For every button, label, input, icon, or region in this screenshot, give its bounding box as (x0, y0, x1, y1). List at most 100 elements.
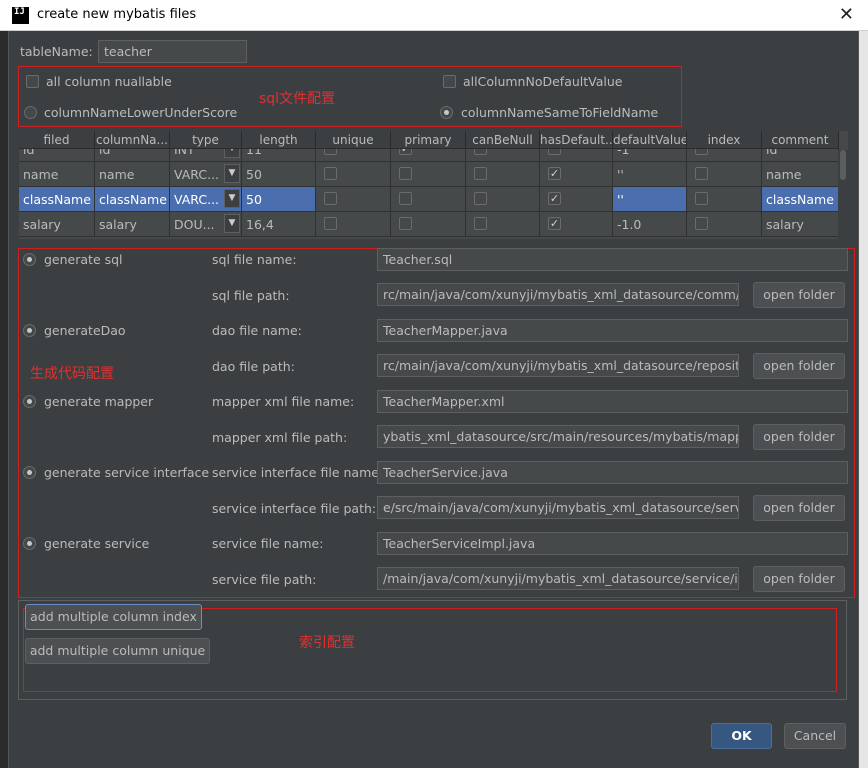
generate-toggle-label: generate mapper (44, 394, 154, 409)
table-cell-primary[interactable] (391, 187, 466, 212)
checked-checkbox-icon[interactable]: ✓ (548, 217, 561, 230)
all-column-no-default-checkbox[interactable] (443, 75, 456, 88)
column-header[interactable]: comment (762, 131, 839, 149)
table-cell-length[interactable]: 50 (242, 162, 316, 187)
table-cell-column[interactable]: name (95, 162, 170, 187)
table-cell-filed[interactable]: name (19, 162, 95, 187)
table-cell-type[interactable]: VARC... ▼ (170, 162, 242, 187)
open-folder-button[interactable]: open folder (753, 353, 845, 379)
chevron-down-icon[interactable]: ▼ (224, 189, 240, 208)
chevron-down-icon[interactable]: ▼ (224, 164, 240, 183)
close-icon[interactable]: ✕ (839, 4, 854, 25)
table-name-input[interactable]: teacher (98, 40, 247, 63)
generate-toggle-radio[interactable] (23, 466, 36, 479)
file-name-input[interactable]: Teacher.sql (377, 248, 848, 271)
table-cell-filed[interactable]: salary (19, 212, 95, 237)
table-cell-filed[interactable]: className (19, 187, 95, 212)
open-folder-button[interactable]: open folder (753, 282, 845, 308)
checkbox-icon[interactable] (399, 167, 412, 180)
table-cell-index[interactable] (687, 162, 762, 187)
table-scrollbar-thumb[interactable] (840, 150, 846, 180)
column-header[interactable]: unique (316, 131, 391, 149)
add-multiple-column-unique-button[interactable]: add multiple column unique (25, 638, 210, 664)
table-cell-comment[interactable]: name (762, 162, 839, 187)
file-path-input[interactable]: ybatis_xml_datasource/src/main/resources… (377, 425, 739, 448)
table-cell-canBeNull[interactable] (466, 212, 540, 237)
checkbox-icon[interactable] (399, 217, 412, 230)
table-cell-text: '' (617, 192, 624, 207)
checkbox-icon[interactable] (474, 217, 487, 230)
column-header[interactable]: hasDefault... (540, 131, 613, 149)
column-name-lower-radio[interactable] (24, 106, 37, 119)
table-cell-length[interactable]: 50 (242, 187, 316, 212)
table-cell-unique[interactable] (316, 187, 391, 212)
table-cell-defaultValue[interactable]: -1.0 (613, 212, 687, 237)
table-cell-unique[interactable] (316, 162, 391, 187)
checkbox-icon[interactable] (399, 192, 412, 205)
generate-toggle-radio[interactable] (23, 253, 36, 266)
table-cell-comment[interactable]: className (762, 187, 839, 212)
file-name-input[interactable]: TeacherServiceImpl.java (377, 532, 848, 555)
checkbox-icon[interactable] (695, 167, 708, 180)
ok-button[interactable]: OK (711, 723, 772, 749)
cancel-button[interactable]: Cancel (784, 723, 846, 749)
file-path-input[interactable]: /main/java/com/xunyji/mybatis_xml_dataso… (377, 567, 739, 590)
generate-toggle-radio[interactable] (23, 324, 36, 337)
file-name-input[interactable]: TeacherMapper.xml (377, 390, 848, 413)
file-name-input[interactable]: TeacherService.java (377, 461, 848, 484)
column-header[interactable]: filed (19, 131, 95, 149)
checkbox-icon[interactable] (474, 167, 487, 180)
table-cell-hasDefault[interactable]: ✓ (540, 212, 613, 237)
table-cell-canBeNull[interactable] (466, 187, 540, 212)
table-cell-hasDefault[interactable]: ✓ (540, 162, 613, 187)
add-multiple-column-index-button[interactable]: add multiple column index (25, 604, 202, 630)
checkbox-icon[interactable] (324, 167, 337, 180)
table-name-label: tableName: (20, 44, 93, 59)
generate-toggle-radio[interactable] (23, 395, 36, 408)
table-cell-primary[interactable] (391, 162, 466, 187)
table-cell-column[interactable]: salary (95, 212, 170, 237)
file-path-label: mapper xml file path: (212, 430, 348, 445)
column-header[interactable]: canBeNull (466, 131, 540, 149)
file-path-input[interactable]: rc/main/java/com/xunyji/mybatis_xml_data… (377, 354, 739, 377)
file-path-input[interactable]: e/src/main/java/com/xunyji/mybatis_xml_d… (377, 496, 739, 519)
table-scrollbar[interactable] (838, 150, 848, 239)
checked-checkbox-icon[interactable]: ✓ (548, 192, 561, 205)
table-cell-type[interactable]: DOU... ▼ (170, 212, 242, 237)
table-cell-index[interactable] (687, 212, 762, 237)
table-cell-index[interactable] (687, 187, 762, 212)
file-name-input[interactable]: TeacherMapper.java (377, 319, 848, 342)
columns-table[interactable]: ididINT▼11✓-1idnamenameVARC...▼50✓''name… (19, 131, 848, 239)
column-name-same-radio[interactable] (440, 106, 453, 119)
table-cell-length[interactable]: 16,4 (242, 212, 316, 237)
checked-checkbox-icon[interactable]: ✓ (548, 167, 561, 180)
column-header[interactable]: primary (391, 131, 466, 149)
column-header[interactable]: columnNa... (95, 131, 170, 149)
column-header[interactable]: index (687, 131, 762, 149)
column-header[interactable]: length (242, 131, 316, 149)
open-folder-button[interactable]: open folder (753, 566, 845, 592)
table-cell-hasDefault[interactable]: ✓ (540, 187, 613, 212)
open-folder-button[interactable]: open folder (753, 424, 845, 450)
column-header[interactable]: type (170, 131, 242, 149)
checkbox-icon[interactable] (695, 192, 708, 205)
file-path-label: service interface file path: (212, 501, 377, 516)
checkbox-icon[interactable] (324, 192, 337, 205)
checkbox-icon[interactable] (695, 217, 708, 230)
file-path-input[interactable]: rc/main/java/com/xunyji/mybatis_xml_data… (377, 283, 739, 306)
table-cell-defaultValue[interactable]: '' (613, 162, 687, 187)
table-cell-type[interactable]: VARC... ▼ (170, 187, 242, 212)
table-cell-canBeNull[interactable] (466, 162, 540, 187)
open-folder-button[interactable]: open folder (753, 495, 845, 521)
generate-toggle-radio[interactable] (23, 537, 36, 550)
table-cell-unique[interactable] (316, 212, 391, 237)
table-cell-defaultValue[interactable]: '' (613, 187, 687, 212)
checkbox-icon[interactable] (474, 192, 487, 205)
table-cell-column[interactable]: className (95, 187, 170, 212)
table-cell-comment[interactable]: salary (762, 212, 839, 237)
checkbox-icon[interactable] (324, 217, 337, 230)
column-header[interactable]: defaultValue (613, 131, 687, 149)
all-column-nullable-checkbox[interactable] (26, 75, 39, 88)
chevron-down-icon[interactable]: ▼ (224, 214, 240, 233)
table-cell-primary[interactable] (391, 212, 466, 237)
